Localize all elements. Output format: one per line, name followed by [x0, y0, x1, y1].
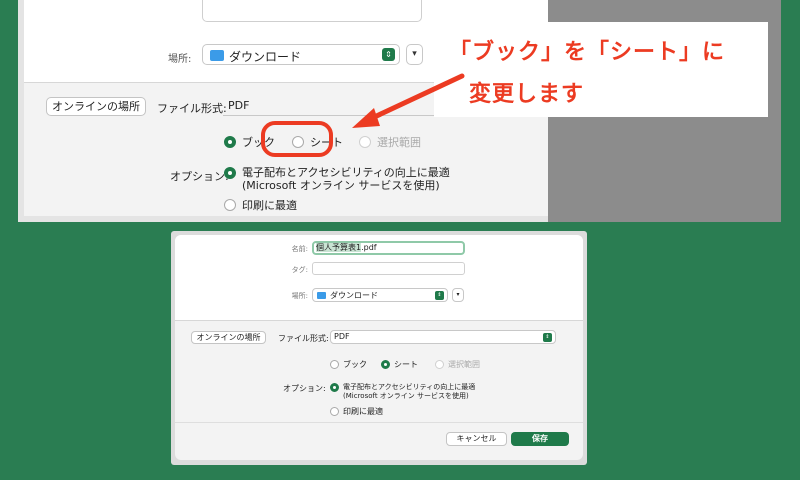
bottom-format-select[interactable]: PDF ⇕	[330, 330, 556, 344]
bottom-format-label: ファイル形式:	[278, 334, 329, 343]
top-option1-line1: 電子配布とアクセシビリティの向上に最適	[242, 166, 450, 179]
chevron-down-icon: ▾	[412, 49, 417, 59]
radio-selected-icon	[224, 167, 236, 179]
top-option2-label: 印刷に最適	[242, 199, 297, 212]
radio-disabled-icon	[435, 360, 444, 369]
top-location-select[interactable]: ダウンロード ⇕	[202, 44, 400, 65]
bottom-option-accessibility[interactable]: 電子配布とアクセシビリティの向上に最適 (Microsoft オンライン サービ…	[330, 383, 475, 401]
radio-unselected-icon	[330, 407, 339, 416]
updown-arrows-icon: ⇕	[435, 291, 444, 300]
bottom-tag-input[interactable]	[312, 262, 465, 275]
callout-line1: 「ブック」を「シート」に	[449, 40, 726, 65]
radio-selected-icon	[330, 383, 339, 392]
top-radio-selection: 選択範囲	[359, 134, 421, 150]
bottom-location-select[interactable]: ダウンロード ⇕	[312, 288, 448, 302]
bottom-radio-selection: 選択範囲	[435, 359, 480, 370]
cancel-button[interactable]: キャンセル	[446, 432, 507, 446]
bottom-radio-sheet-label: シート	[394, 360, 418, 369]
bottom-divider	[175, 320, 583, 321]
bottom-radio-book-label: ブック	[343, 360, 367, 369]
top-online-locations-button[interactable]: オンラインの場所	[46, 97, 146, 116]
bottom-online-locations-button[interactable]: オンラインの場所	[191, 331, 266, 344]
bottom-radio-selection-label: 選択範囲	[448, 360, 480, 369]
radio-unselected-icon	[224, 199, 236, 211]
updown-arrows-icon: ⇕	[543, 333, 552, 342]
bottom-option1-line2: (Microsoft オンライン サービスを使用)	[343, 392, 469, 400]
top-options-label: オプション:	[170, 170, 229, 183]
callout-line2: 変更します	[469, 82, 585, 107]
sheet-highlight-ring	[261, 121, 333, 157]
bottom-location-value: ダウンロード	[330, 291, 378, 300]
bottom-tag-label: タグ:	[291, 266, 308, 274]
filename-extension: .pdf	[361, 243, 377, 252]
bottom-options-label: オプション:	[283, 384, 326, 393]
radio-disabled-icon	[359, 136, 371, 148]
bottom-radio-book[interactable]: ブック	[330, 359, 367, 370]
top-option1-line2: (Microsoft オンライン サービスを使用)	[242, 179, 440, 192]
bottom-location-label: 場所:	[291, 292, 308, 300]
bottom-format-value: PDF	[334, 332, 350, 341]
radio-selected-icon	[224, 136, 236, 148]
top-option-print[interactable]: 印刷に最適	[224, 197, 297, 213]
bottom-save-dialog: 名前: 個人予算表1.pdf タグ: 場所: ダウンロード ⇕ ▾ オンラインの…	[175, 235, 583, 460]
bottom-name-label: 名前:	[291, 245, 308, 253]
top-location-value: ダウンロード	[229, 50, 302, 64]
filename-selected-text: 個人予算表1	[316, 243, 362, 252]
save-button[interactable]: 保存	[511, 432, 569, 446]
updown-arrows-icon: ⇕	[382, 48, 395, 61]
radio-unselected-icon	[330, 360, 339, 369]
folder-icon	[210, 50, 224, 61]
bottom-option1-line1: 電子配布とアクセシビリティの向上に最適	[343, 383, 476, 391]
bottom-option2-label: 印刷に最適	[343, 407, 383, 416]
bottom-radio-sheet[interactable]: シート	[381, 359, 418, 370]
top-format-label: ファイル形式:	[157, 102, 227, 115]
bottom-option-print[interactable]: 印刷に最適	[330, 406, 383, 417]
top-location-label: 場所:	[168, 54, 192, 65]
radio-selected-icon	[381, 360, 390, 369]
bottom-footer-divider	[175, 422, 583, 423]
top-radio-selection-label: 選択範囲	[377, 136, 421, 149]
top-option-accessibility[interactable]: 電子配布とアクセシビリティの向上に最適 (Microsoft オンライン サービ…	[224, 166, 450, 192]
folder-icon	[317, 292, 326, 299]
bottom-expand-button[interactable]: ▾	[452, 288, 464, 302]
top-tag-field[interactable]	[202, 0, 422, 22]
chevron-down-icon: ▾	[456, 291, 460, 298]
top-expand-button[interactable]: ▾	[406, 44, 423, 65]
bottom-filename-input[interactable]: 個人予算表1.pdf	[312, 241, 465, 255]
